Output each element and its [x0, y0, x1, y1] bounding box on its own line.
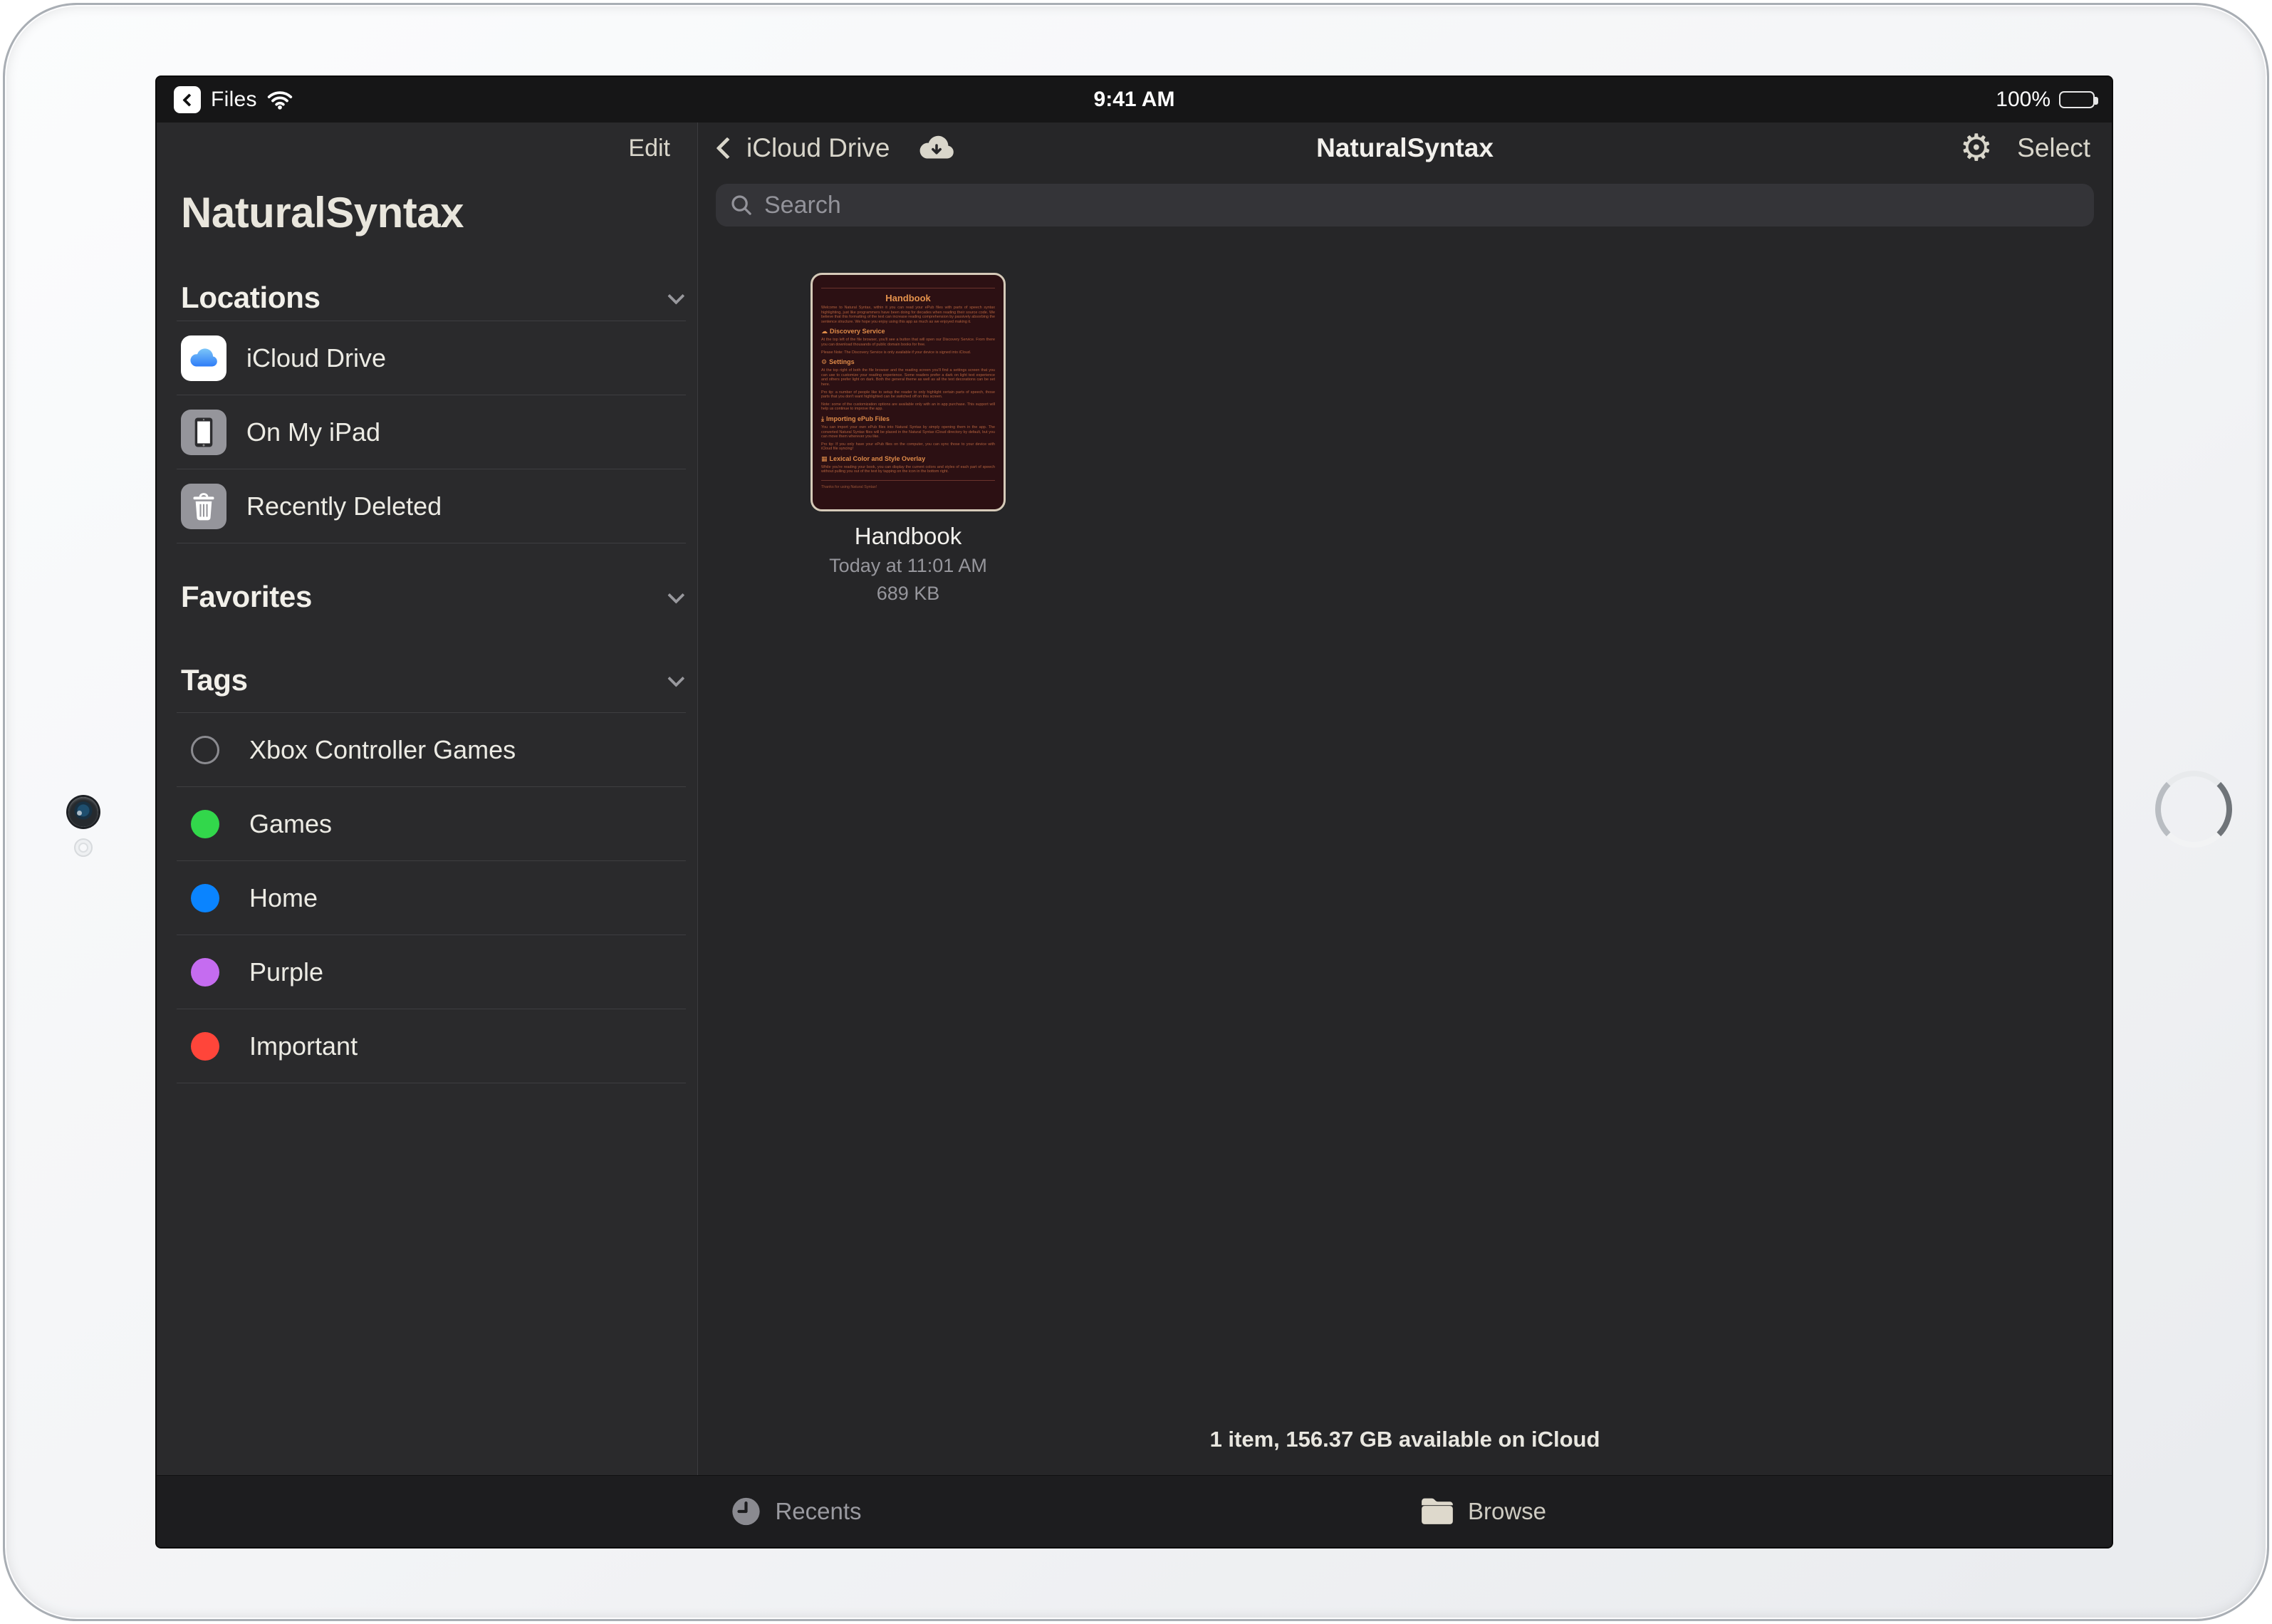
status-bar: Files 9:41 AM 100%	[157, 77, 2112, 123]
front-camera	[68, 797, 98, 827]
navigation-bar: iCloud Drive NaturalSyntax ⚙ Select	[698, 123, 2112, 174]
select-button[interactable]: Select	[2017, 133, 2090, 163]
tab-browse[interactable]: Browse	[1419, 1476, 1546, 1547]
thumb-paragraph: You can import your own ePub files into …	[821, 425, 995, 439]
back-to-app-badge[interactable]	[174, 86, 201, 113]
clock-icon	[729, 1495, 762, 1528]
chevron-down-icon[interactable]	[667, 670, 684, 687]
file-thumbnail[interactable]: Handbook Welcome to Natural Syntax, with…	[811, 273, 1006, 511]
tag-circle-icon	[191, 958, 219, 987]
thumb-paragraph: Welcome to Natural Syntax, within it you…	[821, 306, 995, 324]
file-size: 689 KB	[811, 582, 1006, 605]
thumb-paragraph: At the top left of the file browser, you…	[821, 338, 995, 347]
storage-summary: 1 item, 156.37 GB available on iCloud	[698, 1427, 2112, 1452]
tag-circle-icon	[191, 884, 219, 912]
file-browser-pane: iCloud Drive NaturalSyntax ⚙ Select	[698, 123, 2112, 1475]
tag-circle-icon	[191, 1032, 219, 1061]
edit-button[interactable]: Edit	[628, 135, 670, 162]
tab-bar: Recents Browse	[157, 1475, 2112, 1547]
ambient-light-sensor	[74, 838, 93, 857]
thumb-paragraph: Pro tip: a number of people like to setu…	[821, 390, 995, 400]
sidebar-item-recently-deleted[interactable]: Recently Deleted	[157, 469, 697, 543]
sidebar-tag-games[interactable]: Games	[157, 787, 697, 861]
thumb-heading: Settings	[821, 358, 995, 366]
favorites-section-header[interactable]: Favorites	[181, 573, 680, 621]
thumb-heading: Importing ePub Files	[821, 415, 995, 423]
app-title: NaturalSyntax	[181, 188, 464, 237]
divider	[821, 480, 995, 481]
thumb-paragraph: Please Note: The Discovery Service is on…	[821, 350, 995, 355]
overlay-glyph-icon	[821, 455, 828, 462]
locations-section-header[interactable]: Locations	[181, 274, 680, 322]
ipad-device-frame: { "status_bar": { "back_app": "Files", "…	[0, 0, 2272, 1624]
home-button[interactable]	[2155, 771, 2232, 848]
thumb-footer: Thanks for using Natural Syntax!	[821, 485, 995, 489]
file-name: Handbook	[811, 523, 1006, 550]
file-modified-date: Today at 11:01 AM	[811, 554, 1006, 578]
battery-icon	[2059, 91, 2095, 108]
folder-icon	[1419, 1497, 1455, 1526]
thumb-paragraph: Note: some of the customization options …	[821, 402, 995, 412]
thumb-heading: Discovery Service	[821, 328, 995, 335]
thumb-doc-title: Handbook	[821, 293, 995, 303]
gear-glyph-icon	[821, 358, 827, 365]
folder-title: NaturalSyntax	[1316, 133, 1494, 163]
chevron-down-icon[interactable]	[667, 287, 684, 304]
sidebar-item-icloud-drive[interactable]: iCloud Drive	[157, 321, 697, 395]
back-app-name[interactable]: Files	[211, 88, 257, 112]
search-icon	[730, 194, 753, 217]
thumb-paragraph: Pro tip: If you only have your ePub file…	[821, 442, 995, 452]
tag-circle-icon	[191, 810, 219, 838]
tags-section-header[interactable]: Tags	[181, 656, 680, 704]
ipad-icon	[181, 410, 226, 455]
thumb-paragraph: At the top right of both the file browse…	[821, 368, 995, 387]
cloud-download-icon[interactable]	[916, 134, 957, 162]
thumb-heading: Lexical Color and Style Overlay	[821, 455, 995, 463]
trash-icon	[181, 484, 226, 529]
file-item-handbook[interactable]: Handbook Welcome to Natural Syntax, with…	[811, 273, 1006, 605]
search-input[interactable]	[763, 191, 2080, 220]
chevron-down-icon[interactable]	[667, 586, 684, 603]
import-glyph-icon	[821, 415, 824, 422]
back-button[interactable]: iCloud Drive	[719, 133, 957, 163]
battery-percent: 100%	[1996, 88, 2050, 112]
sidebar-tag-important[interactable]: Important	[157, 1009, 697, 1083]
settings-gear-icon[interactable]: ⚙	[1960, 130, 1994, 167]
icloud-drive-icon	[181, 335, 226, 381]
sidebar: Edit NaturalSyntax Locations iCloud	[157, 123, 698, 1475]
sidebar-tag-purple[interactable]: Purple	[157, 935, 697, 1009]
wifi-icon	[267, 90, 293, 110]
status-time: 9:41 AM	[1094, 88, 1175, 112]
back-chevron-icon	[716, 137, 738, 159]
cloud-glyph-icon	[821, 328, 828, 335]
back-chevron-icon	[182, 93, 195, 106]
tab-recents[interactable]: Recents	[729, 1476, 861, 1547]
files-app-screen: Files 9:41 AM 100% E	[157, 77, 2112, 1547]
sidebar-tag-xbox-controller-games[interactable]: Xbox Controller Games	[157, 713, 697, 787]
search-bar[interactable]	[716, 184, 2094, 227]
tag-circle-icon	[191, 736, 219, 764]
sidebar-item-on-my-ipad[interactable]: On My iPad	[157, 395, 697, 469]
sidebar-tag-home[interactable]: Home	[157, 861, 697, 935]
thumb-paragraph: While you're reading your book, you can …	[821, 465, 995, 474]
